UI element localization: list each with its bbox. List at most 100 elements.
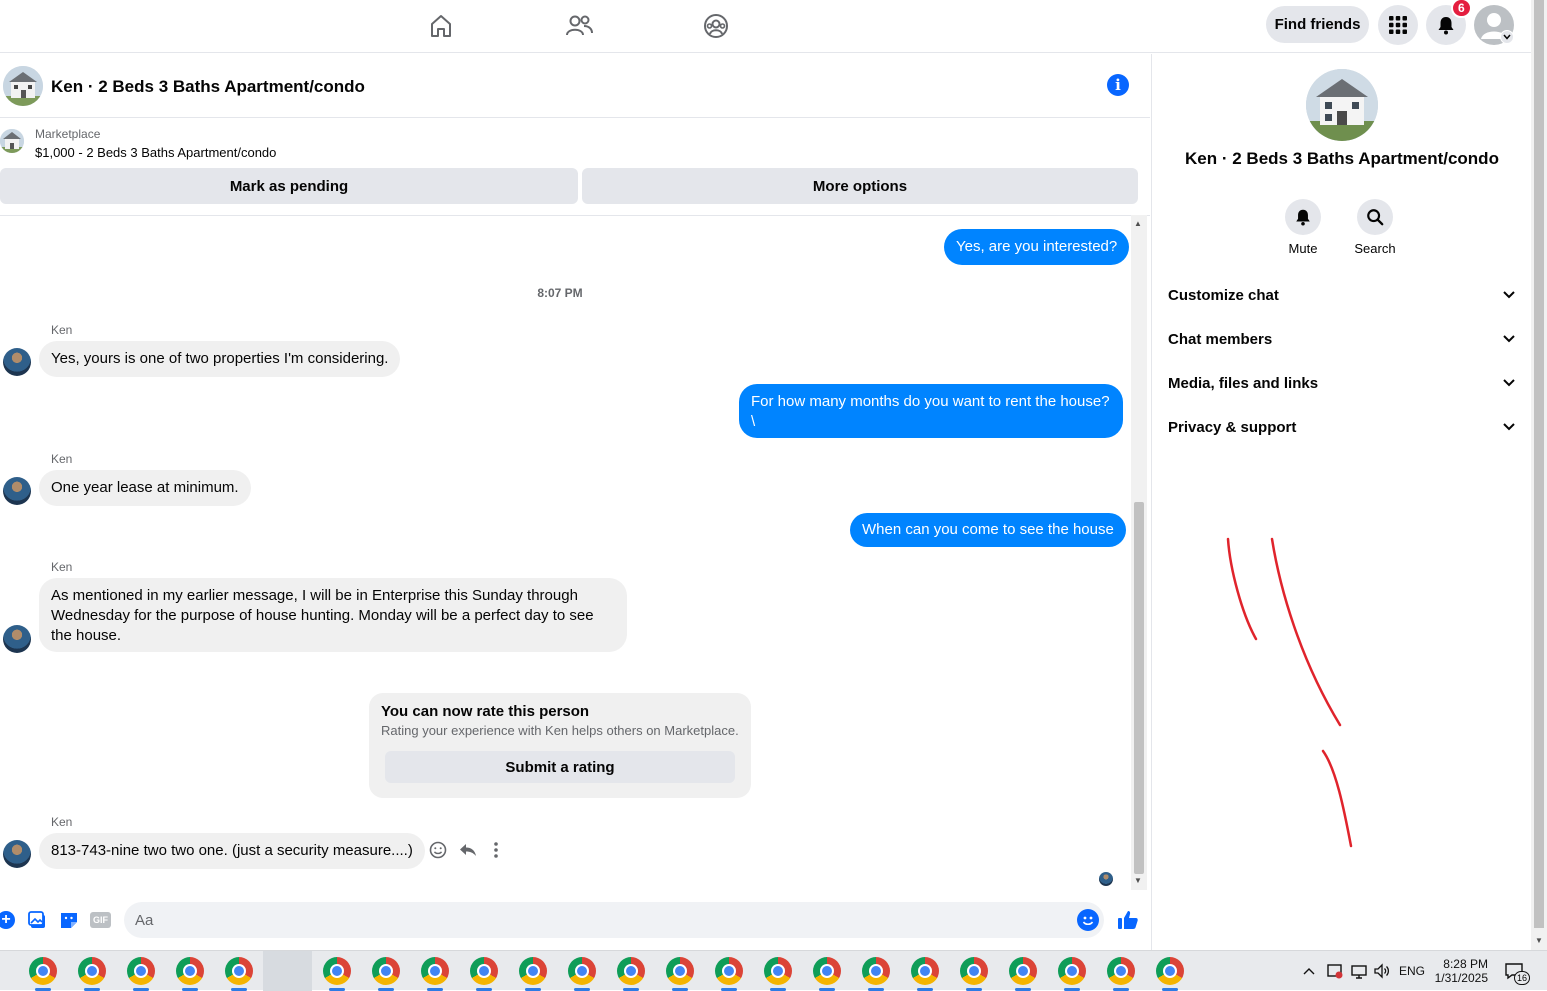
sender-name: Ken (51, 560, 73, 574)
chrome-taskbar-icon[interactable] (1156, 957, 1184, 985)
chrome-taskbar-icon[interactable] (862, 957, 890, 985)
emoji-icon[interactable] (1077, 909, 1099, 931)
listing-price-title[interactable]: $1,000 - 2 Beds 3 Baths Apartment/condo (35, 145, 276, 160)
chrome-taskbar-icon[interactable] (911, 957, 939, 985)
chrome-taskbar-icon[interactable] (372, 957, 400, 985)
friends-icon[interactable] (563, 10, 595, 42)
bell-icon (1438, 17, 1454, 35)
grid-icon (1389, 16, 1407, 34)
conversation-details-panel: Ken · 2 Beds 3 Baths Apartment/condo Mut… (1151, 54, 1531, 950)
search-label: Search (1354, 241, 1396, 256)
section-label: Privacy & support (1168, 418, 1297, 436)
chrome-taskbar-icon[interactable] (1009, 957, 1037, 985)
scroll-down-arrow-icon[interactable]: ▼ (1134, 876, 1142, 885)
page-scrollbar-thumb[interactable] (1534, 0, 1544, 928)
chrome-taskbar-icon[interactable] (617, 957, 645, 985)
mute-button[interactable]: Mute (1268, 199, 1338, 256)
listing-profile-image[interactable] (1306, 69, 1378, 141)
chat-members-row[interactable]: Chat members (1168, 317, 1516, 361)
privacy-support-row[interactable]: Privacy & support (1168, 405, 1516, 449)
scroll-up-arrow-icon[interactable]: ▲ (1134, 219, 1142, 228)
thumbs-up-icon[interactable] (1116, 908, 1140, 937)
message-text-line: For how many months do you want to rent … (751, 393, 1110, 410)
message-composer: + GIF (0, 897, 1150, 943)
message-bubble-incoming[interactable]: 813-743-nine two two one. (just a securi… (39, 833, 425, 869)
rating-prompt-title: You can now rate this person (381, 703, 590, 720)
chrome-taskbar-icon[interactable] (715, 957, 743, 985)
message-bubble-outgoing[interactable]: When can you come to see the house (850, 513, 1126, 547)
media-files-links-row[interactable]: Media, files and links (1168, 361, 1516, 405)
marketplace-label: Marketplace (35, 127, 101, 141)
chrome-taskbar-icon[interactable] (323, 957, 351, 985)
chevron-down-icon (1503, 423, 1515, 431)
apps-menu-button[interactable] (1378, 5, 1418, 45)
active-app-highlight (263, 951, 312, 991)
chevron-down-icon (1503, 291, 1515, 299)
red-pen-annotation (1226, 537, 1353, 848)
sender-avatar[interactable] (3, 348, 31, 376)
clock[interactable]: 8:28 PM 1/31/2025 (1435, 951, 1488, 991)
chrome-taskbar-icon[interactable] (225, 957, 253, 985)
chrome-taskbar-icon[interactable] (764, 957, 792, 985)
rating-prompt-subtitle: Rating your experience with Ken helps ot… (381, 723, 739, 738)
network-icon[interactable] (1350, 951, 1368, 991)
show-hidden-icons-chevron-icon[interactable] (1302, 951, 1316, 991)
info-icon[interactable]: i (1107, 74, 1129, 96)
message-input[interactable] (124, 902, 1104, 938)
notification-count-badge: 6 (1451, 0, 1472, 18)
sender-avatar[interactable] (3, 477, 31, 505)
search-icon (1357, 199, 1393, 235)
listing-thumbnail[interactable] (3, 66, 43, 106)
chrome-taskbar-icon[interactable] (960, 957, 988, 985)
chrome-taskbar-icon[interactable] (176, 957, 204, 985)
chrome-taskbar-icon[interactable] (519, 957, 547, 985)
sender-name: Ken (51, 815, 73, 829)
chrome-taskbar-icon[interactable] (666, 957, 694, 985)
home-icon[interactable] (425, 10, 457, 42)
listing-small-thumbnail (0, 129, 24, 153)
reply-icon[interactable] (458, 840, 478, 865)
find-friends-button[interactable]: Find friends (1266, 6, 1369, 43)
chat-title[interactable]: Ken · 2 Beds 3 Baths Apartment/condo (51, 77, 365, 97)
security-tray-icon[interactable] (1326, 951, 1344, 991)
seen-indicator-avatar (1099, 872, 1113, 886)
mark-as-pending-button[interactable]: Mark as pending (0, 168, 578, 204)
sticker-icon[interactable] (59, 910, 79, 935)
chrome-taskbar-icon[interactable] (470, 957, 498, 985)
photo-icon[interactable] (28, 910, 48, 935)
chevron-down-icon[interactable] (1500, 30, 1514, 44)
chrome-taskbar-icon[interactable] (1058, 957, 1086, 985)
message-bubble-outgoing[interactable]: For how many months do you want to rent … (739, 384, 1123, 438)
submit-rating-button[interactable]: Submit a rating (385, 751, 735, 783)
more-vertical-icon[interactable] (488, 840, 504, 865)
gif-button[interactable]: GIF (90, 912, 111, 928)
chrome-taskbar-icon[interactable] (568, 957, 596, 985)
sender-name: Ken (51, 452, 73, 466)
chrome-taskbar-icon[interactable] (1107, 957, 1135, 985)
more-options-button[interactable]: More options (582, 168, 1138, 204)
message-bubble-incoming[interactable]: As mentioned in my earlier message, I wi… (39, 578, 627, 652)
groups-icon[interactable] (700, 10, 732, 42)
section-label: Media, files and links (1168, 374, 1319, 392)
message-bubble-outgoing[interactable]: Yes, are you interested? (944, 229, 1130, 265)
sender-avatar[interactable] (3, 840, 31, 868)
sender-avatar[interactable] (3, 625, 31, 653)
message-timestamp: 8:07 PM (537, 286, 583, 300)
message-bubble-incoming[interactable]: Yes, yours is one of two properties I'm … (39, 341, 401, 377)
scroll-down-arrow-icon[interactable]: ▼ (1535, 936, 1543, 945)
message-bubble-incoming[interactable]: One year lease at minimum. (39, 470, 251, 506)
volume-icon[interactable] (1373, 951, 1391, 991)
sender-name: Ken (51, 323, 73, 337)
chrome-taskbar-icon[interactable] (813, 957, 841, 985)
message-scrollbar-thumb[interactable] (1134, 502, 1144, 874)
chrome-taskbar-icon[interactable] (127, 957, 155, 985)
chrome-taskbar-icon[interactable] (421, 957, 449, 985)
chevron-down-icon (1503, 335, 1515, 343)
plus-icon[interactable]: + (0, 911, 15, 929)
customize-chat-row[interactable]: Customize chat (1168, 273, 1516, 317)
chrome-taskbar-icon[interactable] (78, 957, 106, 985)
search-conversation-button[interactable]: Search (1340, 199, 1410, 256)
language-indicator[interactable]: ENG (1399, 951, 1425, 991)
chrome-taskbar-icon[interactable] (29, 957, 57, 985)
react-emoji-icon[interactable] (428, 840, 448, 865)
